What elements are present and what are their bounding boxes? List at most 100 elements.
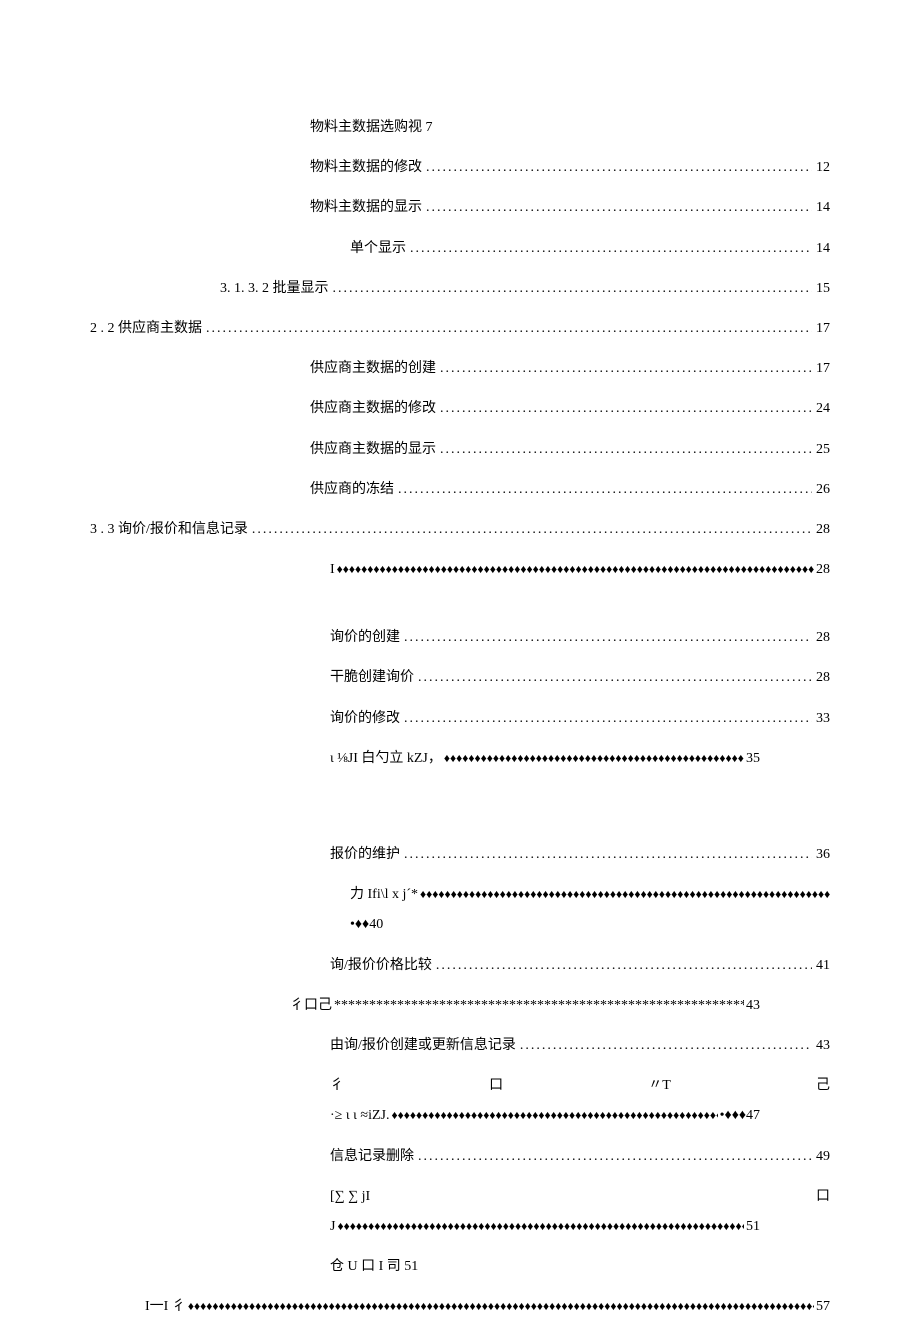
toc-entry: 供应商主数据的显示 ..............................… [90, 437, 830, 462]
toc-leader: ♦♦♦♦♦♦♦♦♦♦♦♦♦♦♦♦♦♦♦♦♦♦♦♦♦♦♦♦♦♦♦♦♦♦♦♦♦♦♦♦… [337, 1216, 744, 1238]
toc-label: 询价的创建 [330, 625, 400, 650]
toc-label: 物料主数据的显示 [310, 195, 422, 220]
toc-page: 36 [816, 842, 830, 867]
toc-leader: ........................................… [440, 356, 812, 381]
toc-label: 询价的修改 [330, 706, 400, 731]
toc-entry: 供应商的冻结 .................................… [90, 477, 830, 502]
toc-entry: 报价的维护 ..................................… [90, 842, 830, 867]
toc-entry: 3. 1. 3. 2 批量显示 ........................… [90, 276, 830, 301]
toc-label: 信息记录删除 [330, 1144, 414, 1169]
toc-leader: ........................................… [333, 276, 813, 301]
toc-entry: J ♦♦♦♦♦♦♦♦♦♦♦♦♦♦♦♦♦♦♦♦♦♦♦♦♦♦♦♦♦♦♦♦♦♦♦♦♦♦… [90, 1214, 830, 1239]
toc-fragment: [∑ ∑ jI [330, 1184, 370, 1209]
toc-leader: ♦♦♦♦♦♦♦♦♦♦♦♦♦♦♦♦♦♦♦♦♦♦♦♦♦♦♦♦♦♦♦♦♦♦♦♦♦♦♦♦… [337, 559, 814, 581]
toc-leader: ........................................… [404, 706, 812, 731]
toc-page: 12 [816, 155, 830, 180]
toc-leader: ........................................… [418, 665, 812, 690]
toc-entry: 供应商主数据的创建 ..............................… [90, 356, 830, 381]
toc-label: 单个显示 [350, 236, 406, 261]
toc-fragment: 彳 [330, 1073, 344, 1098]
toc-label: ι ⅛JI 白勺立 kZJ， [330, 746, 442, 771]
toc-entry: 由询/报价创建或更新信息记录 .........................… [90, 1033, 830, 1058]
toc-label: 物料主数据选购视 7 [310, 120, 433, 135]
toc-entry: 供应商主数据的修改 ..............................… [90, 396, 830, 421]
toc-page: 43 [816, 1033, 830, 1058]
toc-leader: ........................................… [440, 396, 812, 421]
toc-entry: ι ⅛JI 白勺立 kZJ， ♦♦♦♦♦♦♦♦♦♦♦♦♦♦♦♦♦♦♦♦♦♦♦♦♦… [90, 746, 830, 771]
toc-entry: 3 . 3 询价/报价和信息记录 .......................… [90, 517, 830, 542]
toc-entry: 彳口己 ************************************… [90, 993, 830, 1018]
toc-leader: ........................................… [426, 195, 812, 220]
toc-leader: ........................................… [404, 625, 812, 650]
toc-label: 供应商主数据的修改 [310, 396, 436, 421]
toc-leader: ♦♦♦♦♦♦♦♦♦♦♦♦♦♦♦♦♦♦♦♦♦♦♦♦♦♦♦♦♦♦♦♦♦♦♦♦♦♦♦♦… [188, 1296, 814, 1318]
toc-label: 3 . 3 询价/报价和信息记录 [90, 517, 248, 542]
toc-page: 49 [816, 1144, 830, 1169]
toc-page: 41 [816, 953, 830, 978]
toc-label: 询/报价价格比较 [330, 953, 432, 978]
toc-leader: ........................................… [252, 517, 812, 542]
toc-page: 51 [746, 1214, 760, 1239]
toc-entry: 询/报价价格比较 ...............................… [90, 953, 830, 978]
toc-leader: ........................................… [206, 316, 812, 341]
toc-label: 由询/报价创建或更新信息记录 [330, 1033, 516, 1058]
toc-leader: ♦♦♦♦♦♦♦♦♦♦♦♦♦♦♦♦♦♦♦♦♦♦♦♦♦♦♦♦♦♦♦♦♦♦♦♦♦♦♦♦… [391, 1105, 717, 1127]
toc-entry: 物料主数据的修改 ...............................… [90, 155, 830, 180]
toc-page: 57 [816, 1294, 830, 1319]
toc-leader: ........................................… [440, 437, 812, 462]
toc-entry: 询价的创建 ..................................… [90, 625, 830, 650]
toc-page: 35 [746, 746, 760, 771]
toc-leader: ........................................… [398, 477, 812, 502]
toc-fragment: 〃T [648, 1073, 671, 1098]
toc-page: 47 [746, 1103, 760, 1128]
toc-leader: ****************************************… [334, 993, 744, 1018]
toc-fragment: 口 [816, 1184, 830, 1209]
toc-label: 物料主数据的修改 [310, 155, 422, 180]
toc-entry: I一I 彳 ♦♦♦♦♦♦♦♦♦♦♦♦♦♦♦♦♦♦♦♦♦♦♦♦♦♦♦♦♦♦♦♦♦♦… [90, 1294, 830, 1319]
toc-leader: ........................................… [520, 1033, 812, 1058]
toc-label: 3. 1. 3. 2 批量显示 [220, 276, 329, 301]
toc-fragment: 己 [816, 1073, 830, 1098]
toc-page: 17 [816, 316, 830, 341]
toc-page: 33 [816, 706, 830, 731]
toc-entry: 物料主数据的显示 ...............................… [90, 195, 830, 220]
toc-entry: 物料主数据选购视 7 [90, 115, 830, 140]
toc-page: 14 [816, 236, 830, 261]
toc-page: •♦♦40 [350, 917, 383, 932]
toc-entry: ·≥ ι ι ≈iZJ. ♦♦♦♦♦♦♦♦♦♦♦♦♦♦♦♦♦♦♦♦♦♦♦♦♦♦♦… [90, 1103, 830, 1128]
toc-page: 26 [816, 477, 830, 502]
toc-page: 24 [816, 396, 830, 421]
toc-leader: ........................................… [418, 1144, 812, 1169]
toc-label: J [330, 1214, 335, 1239]
toc-page: 15 [816, 276, 830, 301]
toc-entry: 仓 U 口 I 司 51 [90, 1254, 830, 1279]
toc-entry: 单个显示 ...................................… [90, 236, 830, 261]
toc-entry: I ♦♦♦♦♦♦♦♦♦♦♦♦♦♦♦♦♦♦♦♦♦♦♦♦♦♦♦♦♦♦♦♦♦♦♦♦♦♦… [90, 557, 830, 582]
toc-entry: [∑ ∑ jI 口 [90, 1184, 830, 1209]
toc-label: 报价的维护 [330, 842, 400, 867]
toc-label: I一I 彳 [145, 1294, 186, 1319]
toc-page: 25 [816, 437, 830, 462]
toc-entry: 干脆创建询价 .................................… [90, 665, 830, 690]
toc-page: 17 [816, 356, 830, 381]
toc-label: 仓 U 口 I 司 51 [330, 1259, 418, 1274]
toc-suffix: •♦♦♦ [720, 1103, 746, 1128]
toc-label: 彳口己 [290, 993, 332, 1018]
toc-label: 力 Ifi\l x j´* [350, 887, 418, 902]
toc-page: 28 [816, 517, 830, 542]
toc-leader: ♦♦♦♦♦♦♦♦♦♦♦♦♦♦♦♦♦♦♦♦♦♦♦♦♦♦♦♦♦♦♦♦♦♦♦♦♦♦♦♦… [420, 887, 830, 901]
toc-entry: 信息记录删除 .................................… [90, 1144, 830, 1169]
toc-entry: 询价的修改 ..................................… [90, 706, 830, 731]
toc-entry: 彳 口 〃T 己 [90, 1073, 830, 1098]
toc-entry-continuation: •♦♦40 [90, 912, 830, 937]
toc-label: 供应商主数据的显示 [310, 437, 436, 462]
toc-label: 干脆创建询价 [330, 665, 414, 690]
toc-label: 2 . 2 供应商主数据 [90, 316, 202, 341]
toc-leader: ........................................… [436, 953, 812, 978]
toc-entry: 2 . 2 供应商主数据 ...........................… [90, 316, 830, 341]
toc-leader: ........................................… [404, 842, 812, 867]
toc-page: 28 [816, 625, 830, 650]
toc-fragment: 口 [489, 1073, 503, 1098]
toc-leader: ........................................… [426, 155, 812, 180]
toc-label: 供应商的冻结 [310, 477, 394, 502]
